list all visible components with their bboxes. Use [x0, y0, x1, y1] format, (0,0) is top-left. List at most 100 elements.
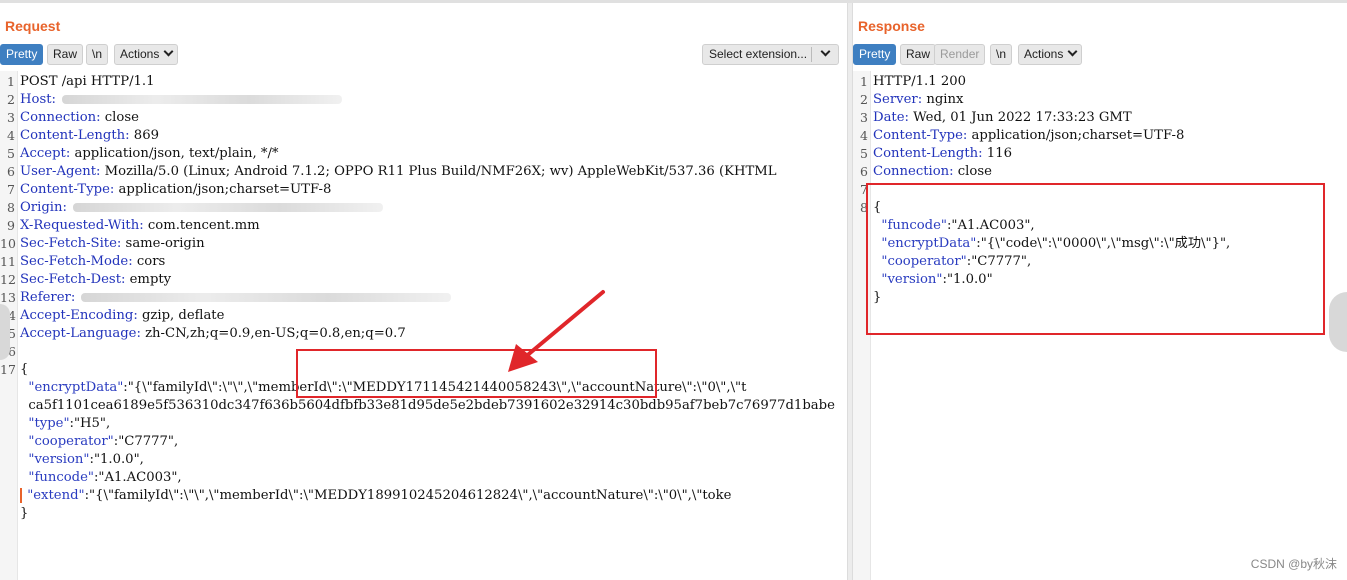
- line-number: 2: [860, 92, 868, 107]
- code-value: :"A1.AC003",: [93, 470, 182, 485]
- code-text: Sec-Fetch-Site: same-origin: [20, 235, 205, 253]
- request-title: Request: [5, 18, 61, 34]
- code-key: Accept:: [20, 146, 71, 161]
- code-text: "cooperator":"C7777",: [20, 433, 178, 451]
- line-number: 5: [860, 146, 868, 161]
- request-pane: Request Pretty Raw \n Actions Select ext…: [0, 3, 847, 580]
- code-text: Content-Type: application/json;charset=U…: [20, 181, 331, 199]
- code-text: Connection: close: [873, 163, 992, 181]
- code-text: }: [20, 505, 28, 523]
- code-text: ca5f1101cea6189e5f536310dc347f636b5604df…: [20, 397, 835, 415]
- code-value: close: [953, 164, 992, 179]
- line-number: 9: [7, 218, 15, 233]
- code-key: "version": [20, 452, 90, 467]
- request-newline-toggle[interactable]: \n: [86, 44, 109, 65]
- code-value: gzip, deflate: [137, 308, 225, 323]
- code-value: POST /api HTTP/1.1: [20, 74, 155, 89]
- code-key: X-Requested-With:: [20, 218, 144, 233]
- code-key: Sec-Fetch-Site:: [20, 236, 122, 251]
- annotation-arrow-icon: [508, 290, 605, 372]
- code-value: :"{\"familyId\":\"\",\"memberId\":\"MEDD…: [84, 488, 732, 503]
- line-number: 11: [0, 254, 16, 269]
- code-value: ca5f1101cea6189e5f536310dc347f636b5604df…: [20, 398, 835, 413]
- redacted-value: [72, 203, 383, 212]
- code-text: Accept-Encoding: gzip, deflate: [20, 307, 224, 325]
- code-text: Host:: [20, 91, 342, 109]
- request-editor[interactable]: 1 POST /api HTTP/1.1 2 Host: 3 Connection: cl…: [0, 71, 847, 580]
- actions-label: Actions: [120, 47, 160, 61]
- code-key: Connection:: [20, 110, 101, 125]
- code-value: empty: [125, 272, 172, 287]
- response-render-tab[interactable]: Render: [934, 44, 986, 65]
- response-pretty-tab[interactable]: Pretty: [853, 44, 897, 65]
- code-value: cors: [132, 254, 166, 269]
- line-number: 5: [7, 146, 15, 161]
- code-value: close: [100, 110, 139, 125]
- actions-label: Actions: [1024, 47, 1064, 61]
- code-text: "version":"1.0.0",: [20, 451, 143, 469]
- code-text: Content-Length: 116: [873, 145, 1012, 163]
- code-key: Server:: [873, 92, 923, 107]
- code-value: HTTP/1.1 200: [873, 74, 966, 89]
- code-text: Sec-Fetch-Mode: cors: [20, 253, 165, 271]
- line-number: 6: [860, 164, 868, 179]
- response-scroll-handle[interactable]: [1329, 292, 1347, 352]
- code-key: Accept-Language:: [20, 326, 141, 341]
- code-value: :"C7777",: [113, 434, 179, 449]
- code-value: application/json, text/plain, */*: [70, 146, 279, 161]
- code-key: Content-Length:: [873, 146, 983, 161]
- code-value: application/json;charset=UTF-8: [114, 182, 332, 197]
- code-value: nginx: [922, 92, 964, 107]
- code-text: {: [20, 361, 28, 379]
- response-raw-tab[interactable]: Raw: [900, 44, 937, 65]
- line-number: 12: [0, 272, 16, 287]
- request-actions-menu[interactable]: Actions: [114, 44, 179, 65]
- code-text: "type":"H5",: [20, 415, 110, 433]
- code-text: "extend":"{\"familyId\":\"\",\"memberId\…: [20, 487, 731, 505]
- code-key: "extend": [23, 488, 85, 503]
- code-text: Server: nginx: [873, 91, 963, 109]
- line-number: 1: [7, 74, 15, 89]
- select-extension-dropdown[interactable]: Select extension...: [702, 44, 839, 65]
- code-value: Mozilla/5.0 (Linux; Android 7.1.2; OPPO …: [100, 164, 777, 179]
- code-text: "funcode":"A1.AC003",: [20, 469, 182, 487]
- request-pretty-tab[interactable]: Pretty: [0, 44, 44, 65]
- request-toolbar: Pretty Raw \n Actions Select extension..…: [0, 44, 847, 66]
- request-raw-tab[interactable]: Raw: [47, 44, 84, 65]
- code-value: zh-CN,zh;q=0.9,en-US;q=0.8,en;q=0.7: [140, 326, 406, 341]
- redacted-value: [61, 95, 342, 104]
- code-key: Connection:: [873, 164, 954, 179]
- code-key: Sec-Fetch-Mode:: [20, 254, 133, 269]
- line-number: 6: [7, 164, 15, 179]
- chevron-down-icon: [820, 46, 831, 57]
- code-value: 869: [129, 128, 159, 143]
- line-number: 7: [7, 182, 15, 197]
- code-key: Host:: [20, 92, 56, 107]
- line-number: 4: [7, 128, 15, 143]
- line-number: 3: [7, 110, 15, 125]
- code-value: application/json;charset=UTF-8: [967, 128, 1185, 143]
- code-text: Content-Length: 869: [20, 127, 159, 145]
- highlight-box-response-body: [866, 183, 1325, 335]
- response-newline-toggle[interactable]: \n: [990, 44, 1013, 65]
- code-key: Accept-Encoding:: [20, 308, 138, 323]
- code-key: Content-Type:: [20, 182, 115, 197]
- dropdown-separator: [811, 47, 812, 62]
- line-number: 4: [860, 128, 868, 143]
- line-number: 17: [0, 362, 16, 377]
- code-text: Accept: application/json, text/plain, */…: [20, 145, 279, 163]
- code-text: Accept-Language: zh-CN,zh;q=0.9,en-US;q=…: [20, 325, 406, 343]
- line-number: 2: [7, 92, 15, 107]
- response-toolbar: Pretty Raw Render \n Actions: [853, 44, 1347, 66]
- code-key: "encryptData": [20, 380, 124, 395]
- code-key: "type": [20, 416, 70, 431]
- code-key: Date:: [873, 110, 909, 125]
- code-text: HTTP/1.1 200: [873, 73, 966, 91]
- code-text: Sec-Fetch-Dest: empty: [20, 271, 171, 289]
- response-actions-menu[interactable]: Actions: [1018, 44, 1083, 65]
- code-value: Wed, 01 Jun 2022 17:33:23 GMT: [908, 110, 1132, 125]
- request-scroll-handle[interactable]: [0, 304, 10, 360]
- code-text: Date: Wed, 01 Jun 2022 17:33:23 GMT: [873, 109, 1132, 127]
- line-number: 3: [860, 110, 868, 125]
- code-key: Content-Length:: [20, 128, 130, 143]
